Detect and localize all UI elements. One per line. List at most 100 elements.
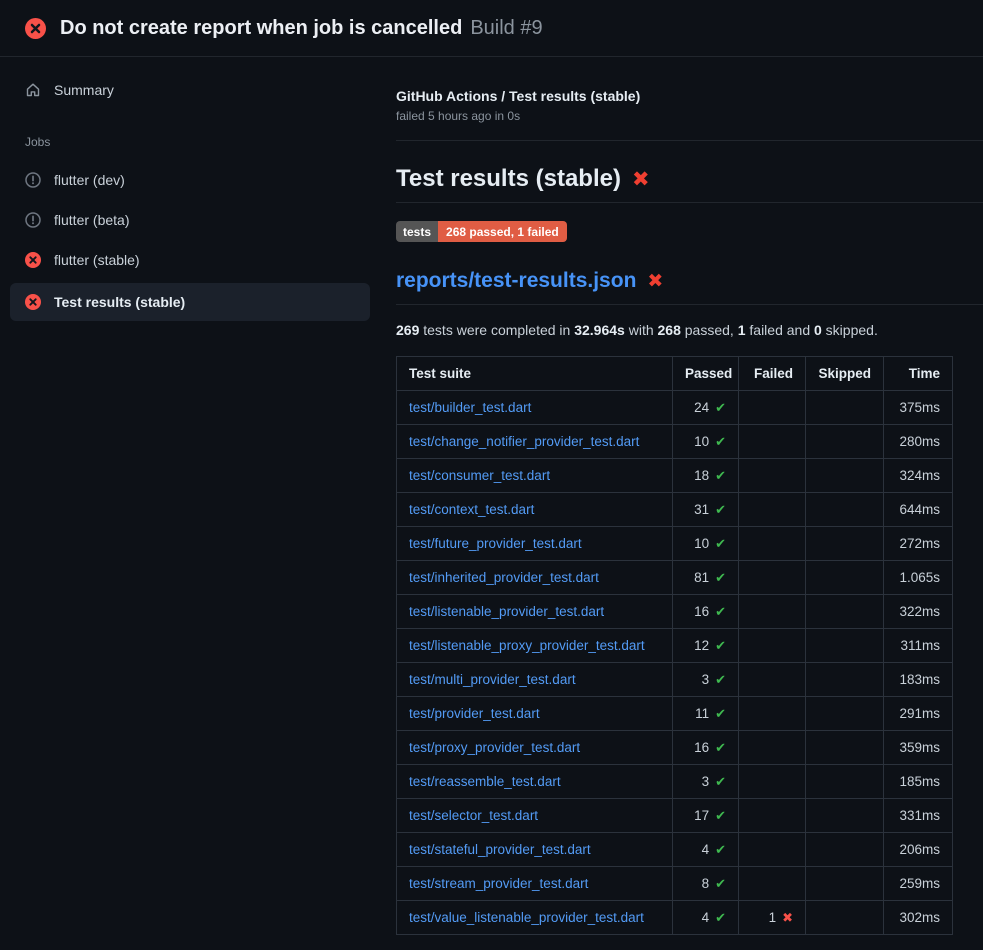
failed-cell bbox=[739, 595, 806, 629]
sidebar-item-label: flutter (stable) bbox=[54, 252, 140, 268]
time-cell: 185ms bbox=[884, 765, 953, 799]
stale-status-icon bbox=[25, 212, 41, 228]
time-cell: 280ms bbox=[884, 425, 953, 459]
skipped-cell bbox=[806, 425, 884, 459]
table-row: test/proxy_provider_test.dart16✔359ms bbox=[397, 731, 953, 765]
section-title: Test results (stable) ✖ bbox=[396, 165, 983, 203]
skipped-cell bbox=[806, 867, 884, 901]
badge-label: tests bbox=[396, 221, 438, 242]
table-row: test/multi_provider_test.dart 3✔ 183ms bbox=[397, 663, 953, 697]
test-suite-link[interactable]: test/stream_provider_test.dart bbox=[409, 876, 588, 891]
badge-value: 268 passed, 1 failed bbox=[438, 221, 567, 242]
home-icon bbox=[25, 82, 41, 98]
failed-cross-icon: ✖ bbox=[647, 272, 663, 291]
time-cell: 324ms bbox=[884, 459, 953, 493]
time-cell: 206ms bbox=[884, 833, 953, 867]
skipped-cell bbox=[806, 765, 884, 799]
test-suite-link[interactable]: test/change_notifier_provider_test.dart bbox=[409, 434, 639, 449]
passed-cell: 4✔ bbox=[673, 901, 739, 935]
failed-cell: 1✖ bbox=[739, 901, 806, 935]
check-icon: ✔ bbox=[715, 536, 726, 551]
test-suite-link[interactable]: test/listenable_provider_test.dart bbox=[409, 604, 604, 619]
time-cell: 291ms bbox=[884, 697, 953, 731]
skipped-cell bbox=[806, 901, 884, 935]
table-header-row: Test suite Passed Failed Skipped Time bbox=[397, 357, 953, 391]
report-heading: reports/test-results.json ✖ bbox=[396, 269, 983, 305]
test-suite-link[interactable]: test/inherited_provider_test.dart bbox=[409, 570, 599, 585]
failed-cell bbox=[739, 799, 806, 833]
passed-cell: 12✔ bbox=[673, 629, 739, 663]
time-cell: 331ms bbox=[884, 799, 953, 833]
table-row: test/builder_test.dart24✔375ms bbox=[397, 391, 953, 425]
test-suite-link[interactable]: test/listenable_proxy_provider_test.dart bbox=[409, 638, 645, 653]
time-cell: 311ms bbox=[884, 629, 953, 663]
report-file-link[interactable]: reports/test-results.json bbox=[396, 269, 636, 293]
check-icon: ✔ bbox=[715, 570, 726, 585]
sidebar-item-flutter-stable[interactable]: flutter (stable) bbox=[10, 243, 370, 277]
check-run-status: failed 5 hours ago in 0s bbox=[396, 109, 983, 123]
test-suite-link[interactable]: test/future_provider_test.dart bbox=[409, 536, 582, 551]
failed-cell bbox=[739, 527, 806, 561]
test-suite-cell: test/listenable_provider_test.dart bbox=[397, 595, 673, 629]
time-cell: 183ms bbox=[884, 663, 953, 697]
check-icon: ✔ bbox=[715, 502, 726, 517]
test-suite-cell: test/selector_test.dart bbox=[397, 799, 673, 833]
test-suite-link[interactable]: test/consumer_test.dart bbox=[409, 468, 550, 483]
skipped-cell bbox=[806, 391, 884, 425]
table-row: test/future_provider_test.dart10✔272ms bbox=[397, 527, 953, 561]
cross-icon: ✖ bbox=[782, 910, 793, 925]
passed-cell: 4✔ bbox=[673, 833, 739, 867]
test-suite-link[interactable]: test/reassemble_test.dart bbox=[409, 774, 561, 789]
table-row: test/selector_test.dart 17✔ 331ms bbox=[397, 799, 953, 833]
failed-cell bbox=[739, 663, 806, 697]
table-row: test/listenable_proxy_provider_test.dart… bbox=[397, 629, 953, 663]
table-row: test/stateful_provider_test.dart 4✔ 206ms bbox=[397, 833, 953, 867]
test-suite-link[interactable]: test/selector_test.dart bbox=[409, 808, 538, 823]
failed-cell bbox=[739, 561, 806, 595]
test-suite-cell: test/provider_test.dart bbox=[397, 697, 673, 731]
test-suite-link[interactable]: test/value_listenable_provider_test.dart bbox=[409, 910, 644, 925]
passed-cell: 24✔ bbox=[673, 391, 739, 425]
sidebar-item-summary[interactable]: Summary bbox=[10, 73, 370, 107]
failed-cell bbox=[739, 629, 806, 663]
test-suite-cell: test/builder_test.dart bbox=[397, 391, 673, 425]
check-icon: ✔ bbox=[715, 876, 726, 891]
test-suite-link[interactable]: test/context_test.dart bbox=[409, 502, 534, 517]
passed-cell: 3✔ bbox=[673, 663, 739, 697]
check-icon: ✔ bbox=[715, 842, 726, 857]
test-suite-link[interactable]: test/multi_provider_test.dart bbox=[409, 672, 576, 687]
sidebar-item-flutter-beta[interactable]: flutter (beta) bbox=[10, 203, 370, 237]
table-row: test/stream_provider_test.dart 8✔ 259ms bbox=[397, 867, 953, 901]
failed-cell bbox=[739, 493, 806, 527]
column-header-skipped: Skipped bbox=[806, 357, 884, 391]
passed-cell: 17✔ bbox=[673, 799, 739, 833]
table-row: test/consumer_test.dart18✔324ms bbox=[397, 459, 953, 493]
test-suite-cell: test/inherited_provider_test.dart bbox=[397, 561, 673, 595]
passed-cell: 16✔ bbox=[673, 595, 739, 629]
test-suite-link[interactable]: test/proxy_provider_test.dart bbox=[409, 740, 580, 755]
check-run-title: GitHub Actions / Test results (stable) bbox=[396, 88, 983, 104]
check-icon: ✔ bbox=[715, 740, 726, 755]
test-suite-link[interactable]: test/builder_test.dart bbox=[409, 400, 531, 415]
sidebar-item-test-results-stable[interactable]: Test results (stable) bbox=[10, 283, 370, 321]
check-icon: ✔ bbox=[715, 706, 726, 721]
skipped-cell bbox=[806, 833, 884, 867]
time-cell: 259ms bbox=[884, 867, 953, 901]
table-row: test/value_listenable_provider_test.dart… bbox=[397, 901, 953, 935]
check-icon: ✔ bbox=[715, 400, 726, 415]
sidebar-item-label: Summary bbox=[54, 82, 114, 98]
skipped-cell bbox=[806, 493, 884, 527]
check-icon: ✔ bbox=[715, 808, 726, 823]
failed-cell bbox=[739, 867, 806, 901]
passed-cell: 8✔ bbox=[673, 867, 739, 901]
test-suite-link[interactable]: test/provider_test.dart bbox=[409, 706, 540, 721]
test-suite-cell: test/value_listenable_provider_test.dart bbox=[397, 901, 673, 935]
sidebar-item-flutter-dev[interactable]: flutter (dev) bbox=[10, 163, 370, 197]
check-icon: ✔ bbox=[715, 672, 726, 687]
test-suite-cell: test/reassemble_test.dart bbox=[397, 765, 673, 799]
table-row: test/provider_test.dart11✔291ms bbox=[397, 697, 953, 731]
test-suite-cell: test/stream_provider_test.dart bbox=[397, 867, 673, 901]
test-suite-link[interactable]: test/stateful_provider_test.dart bbox=[409, 842, 591, 857]
check-icon: ✔ bbox=[715, 910, 726, 925]
jobs-list: flutter (dev) flutter (beta) bbox=[10, 163, 370, 321]
